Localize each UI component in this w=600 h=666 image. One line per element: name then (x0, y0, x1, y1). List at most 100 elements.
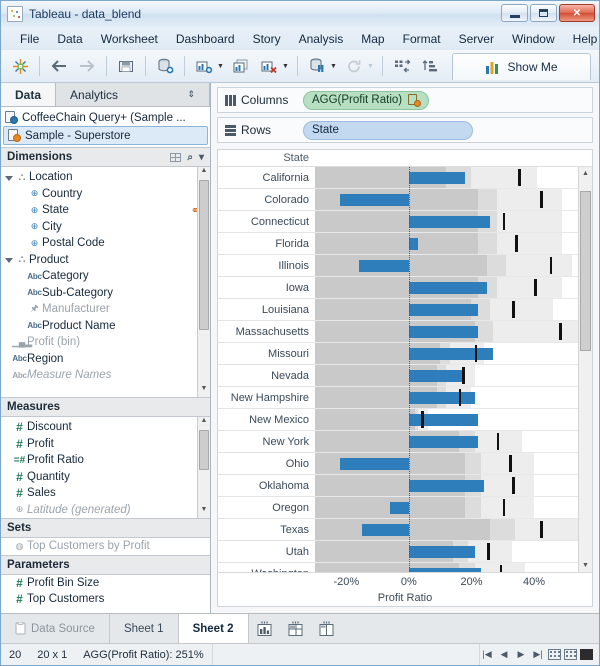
field-row-product-name[interactable]: Abc Product Name (1, 318, 210, 335)
field-row-latitude[interactable]: ⊕ Latitude (generated) (12, 502, 210, 519)
new-worksheet-icon[interactable] (191, 54, 217, 79)
menu-item-window[interactable]: Window (503, 30, 564, 48)
maximize-button[interactable] (530, 4, 557, 22)
nav-prev-icon[interactable]: ◀ (497, 649, 511, 660)
bar-mark[interactable] (408, 436, 478, 448)
bar-mark[interactable] (408, 348, 494, 360)
bar-mark[interactable] (340, 458, 409, 470)
bar-mark[interactable] (408, 172, 466, 184)
minimize-button[interactable] (501, 4, 528, 22)
field-row-product[interactable]: ⛬ Product (1, 252, 210, 269)
field-row-top-customers[interactable]: # Top Customers (1, 591, 210, 608)
bar-mark[interactable] (408, 546, 475, 558)
chart-row[interactable] (315, 541, 578, 563)
menu-item-format[interactable]: Format (394, 30, 450, 48)
chart-vertical-scrollbar[interactable]: ▲ ▼ (578, 167, 592, 573)
menu-item-map[interactable]: Map (352, 30, 393, 48)
field-row-city[interactable]: ⊕ City (1, 219, 210, 236)
forward-icon[interactable] (74, 54, 100, 79)
rows-shelf[interactable]: Rows State (217, 117, 593, 143)
chart-row[interactable] (315, 211, 578, 233)
bar-mark[interactable] (408, 370, 466, 382)
grid-view-icon[interactable] (170, 152, 182, 162)
nav-last-icon[interactable]: ▶| (531, 649, 545, 660)
nav-first-icon[interactable]: |◀ (480, 649, 494, 660)
scrollbar-thumb[interactable] (199, 430, 209, 470)
bar-mark[interactable] (408, 326, 478, 338)
scroll-up-icon[interactable]: ▲ (198, 417, 210, 429)
tableau-home-icon[interactable] (7, 54, 33, 79)
nav-next-icon[interactable]: ▶ (514, 649, 528, 660)
clear-sheet-icon[interactable] (256, 54, 282, 79)
scrollbar-thumb[interactable] (580, 191, 591, 351)
menu-item-help[interactable]: Help (564, 30, 600, 48)
menu-item-story[interactable]: Story (244, 30, 290, 48)
field-row-postal-code[interactable]: ⊕ Postal Code (1, 235, 210, 252)
pill-agg-profit-ratio[interactable]: AGG(Profit Ratio) (303, 90, 430, 110)
menu-item-file[interactable]: File (11, 30, 48, 48)
columns-shelf[interactable]: Columns AGG(Profit Ratio) (217, 87, 593, 113)
scroll-up-icon[interactable]: ▲ (579, 167, 592, 180)
pause-updates-icon[interactable] (304, 54, 330, 79)
menu-item-data[interactable]: Data (48, 30, 91, 48)
swap-rows-columns-icon[interactable] (389, 54, 415, 79)
chart-row[interactable] (315, 497, 578, 519)
view-mode-filmstrip-icon[interactable] (564, 649, 577, 660)
field-row-country[interactable]: ⊕ Country (1, 186, 210, 203)
sort-ascending-icon[interactable] (417, 54, 443, 79)
bar-mark[interactable] (408, 304, 478, 316)
new-worksheet-tab-icon[interactable] (249, 614, 280, 643)
chart-row[interactable] (315, 475, 578, 497)
chart-row[interactable] (315, 431, 578, 453)
field-row-state[interactable]: ⊕ State ⚭ (1, 202, 210, 219)
scroll-down-icon[interactable]: ▼ (579, 559, 592, 572)
chart-row[interactable] (315, 343, 578, 365)
chart-row[interactable] (315, 299, 578, 321)
bar-mark[interactable] (408, 216, 491, 228)
chart-row[interactable] (315, 365, 578, 387)
chart-row[interactable] (315, 233, 578, 255)
expand-triangle-icon[interactable] (5, 175, 13, 181)
expand-triangle-icon[interactable] (5, 258, 13, 264)
bar-mark[interactable] (408, 414, 478, 426)
back-icon[interactable] (46, 54, 72, 79)
chart-row[interactable] (315, 167, 578, 189)
view-mode-grid-icon[interactable] (548, 649, 561, 660)
dimensions-scrollbar[interactable]: ▲ ▼ (197, 167, 210, 397)
field-row-profit-ratio[interactable]: =# Profit Ratio (12, 452, 210, 469)
new-dashboard-tab-icon[interactable] (280, 614, 311, 643)
show-me-button[interactable]: Show Me (452, 53, 591, 80)
view-mode-single-icon[interactable] (580, 649, 593, 660)
bar-mark[interactable] (408, 238, 419, 250)
menu-item-server[interactable]: Server (450, 30, 503, 48)
connect-data-icon[interactable] (152, 54, 178, 79)
chart-row[interactable] (315, 277, 578, 299)
bar-mark[interactable] (361, 524, 409, 536)
chart-row[interactable] (315, 255, 578, 277)
chart-row[interactable] (315, 409, 578, 431)
datasource-item-coffeechain[interactable]: CoffeeChain Query+ (Sample ... (1, 109, 210, 126)
tab-data-source[interactable]: Data Source (1, 614, 110, 643)
scrollbar-thumb[interactable] (199, 180, 209, 330)
chart-row[interactable] (315, 387, 578, 409)
field-row-location[interactable]: ⛬ Location (1, 169, 210, 186)
chart-row[interactable] (315, 189, 578, 211)
pill-state[interactable]: State (303, 120, 473, 140)
chevron-down-icon[interactable]: ▼ (330, 63, 339, 70)
menu-item-worksheet[interactable]: Worksheet (92, 30, 167, 48)
field-row-sub-category[interactable]: Abc Sub-Category (1, 285, 210, 302)
bar-mark[interactable] (340, 194, 409, 206)
scroll-up-icon[interactable]: ▲ (198, 167, 210, 179)
chevron-down-icon[interactable]: ▾ (199, 152, 204, 163)
datasource-item-superstore[interactable]: Sample - Superstore (3, 126, 208, 145)
field-row-quantity[interactable]: # Quantity (12, 469, 210, 486)
field-row-measure-names[interactable]: Abc Measure Names (1, 367, 210, 384)
tab-analytics[interactable]: Analytics ⇕ (56, 83, 210, 106)
sort-toggle-icon[interactable]: ⇕ (187, 89, 195, 100)
tab-data[interactable]: Data (1, 83, 57, 106)
bar-mark[interactable] (390, 502, 409, 514)
field-row-region[interactable]: Abc Region (1, 351, 210, 368)
menu-item-analysis[interactable]: Analysis (290, 30, 353, 48)
measures-scrollbar[interactable]: ▲ ▼ (197, 417, 210, 518)
close-button[interactable]: ✕ (559, 4, 595, 22)
